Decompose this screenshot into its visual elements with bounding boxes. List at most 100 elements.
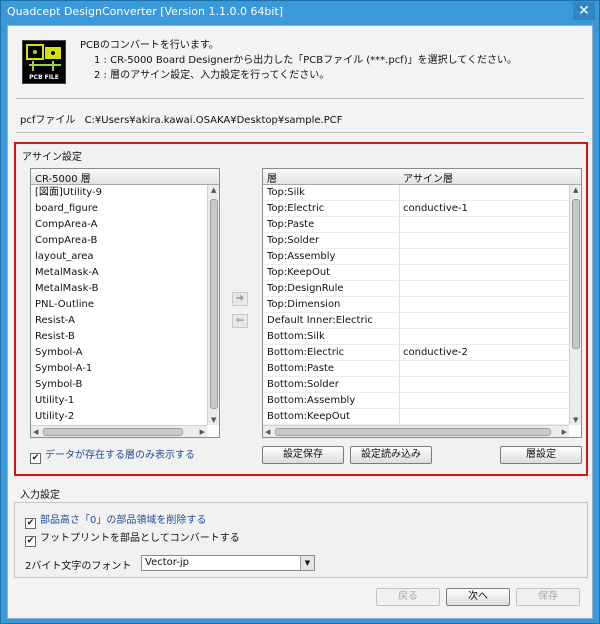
title-bar: Quadcept DesignConverter [Version 1.1.0.… <box>1 1 599 23</box>
save-settings-button[interactable]: 設定保存 <box>262 446 344 464</box>
cr5000-layer-list[interactable]: CR-5000 層 [図面]Utility-9 board_figure CompA… <box>30 168 220 438</box>
unassign-left-button[interactable]: ⇐ <box>232 314 248 328</box>
list-item[interactable]: PNL-Outline <box>31 297 207 313</box>
scroll-up-icon[interactable]: ▲ <box>211 186 216 194</box>
table-row[interactable]: Default Inner:Electric <box>263 313 569 329</box>
vertical-scrollbar[interactable]: ▲ ▼ <box>569 185 581 425</box>
assign-layer-header[interactable]: アサイン層 <box>403 170 453 185</box>
list-item[interactable]: Utility-2 <box>31 409 207 425</box>
table-row[interactable]: Top:KeepOut <box>263 265 569 281</box>
table-row[interactable]: Bottom:Paste <box>263 361 569 377</box>
pcf-label: pcfファイル <box>20 115 76 126</box>
delete-zero-height-checkbox[interactable]: ✔ 部品高さ「0」の部品領域を削除する <box>25 511 206 529</box>
layer-name: board_figure <box>35 203 98 214</box>
scroll-left-icon[interactable]: ◀ <box>33 428 38 436</box>
layer-cell: Top:Dimension <box>267 299 341 310</box>
separator <box>16 132 584 133</box>
cr5000-layer-header[interactable]: CR-5000 層 <box>35 170 91 185</box>
list-item[interactable]: Resist-A <box>31 313 207 329</box>
assign-right-button[interactable]: ➜ <box>232 292 248 306</box>
save-button[interactable]: 保存 <box>516 588 580 606</box>
assign-layer-cell[interactable]: conductive-1 <box>403 201 468 217</box>
list-item[interactable]: [図面]Utility-9 <box>31 185 207 201</box>
close-button[interactable]: ✕ <box>573 2 595 20</box>
scroll-down-icon[interactable]: ▼ <box>573 416 578 424</box>
list-item[interactable]: layout_area <box>31 249 207 265</box>
table-row[interactable]: Bottom:Assembly <box>263 393 569 409</box>
table-row[interactable]: Bottom:KeepOut <box>263 409 569 425</box>
font-select-value[interactable]: Vector-jp <box>145 557 189 568</box>
next-button[interactable]: 次へ <box>446 588 510 606</box>
layer-cell: Top:Electric <box>267 203 325 214</box>
layer-name: layout_area <box>35 251 94 262</box>
layer-name: Symbol-A <box>35 347 83 358</box>
table-row[interactable]: Top:DesignRule <box>263 281 569 297</box>
table-row[interactable]: Bottom:Solder <box>263 377 569 393</box>
checkbox-checked-icon[interactable]: ✔ <box>25 536 36 547</box>
layer-cell: Bottom:Paste <box>267 363 335 374</box>
logo-label: PCB FILE <box>29 74 59 81</box>
layer-settings-button[interactable]: 層設定 <box>500 446 582 464</box>
list-item[interactable]: Symbol-A-1 <box>31 361 207 377</box>
table-row[interactable]: Top:Dimension <box>263 297 569 313</box>
delete-zero-height-label[interactable]: 部品高さ「0」の部品領域を削除する <box>40 515 206 526</box>
chevron-down-icon[interactable]: ▼ <box>300 556 314 570</box>
input-settings-group: ✔ 部品高さ「0」の部品領域を削除する ✔ フットプリントを部品としてコンバートする… <box>14 502 588 578</box>
show-data-only-checkbox[interactable]: ✔ データが存在する層のみ表示する <box>30 446 195 464</box>
checkbox-checked-icon[interactable]: ✔ <box>25 518 36 529</box>
load-settings-button[interactable]: 設定読み込み <box>350 446 432 464</box>
back-button[interactable]: 戻る <box>376 588 440 606</box>
layer-cell: Top:KeepOut <box>267 267 331 278</box>
assign-layer-cell[interactable]: conductive-2 <box>403 345 468 361</box>
convert-footprint-label[interactable]: フットプリントを部品としてコンバートする <box>40 533 240 544</box>
pcf-file-row: pcfファイル C:¥Users¥akira.kawai.OSAKA¥Deskt… <box>20 111 343 126</box>
list-header: CR-5000 層 <box>31 169 219 185</box>
table-row[interactable]: Top:Solder <box>263 233 569 249</box>
scroll-thumb[interactable] <box>43 428 183 436</box>
list-item[interactable]: Symbol-B <box>31 377 207 393</box>
list-item[interactable]: Resist-B <box>31 329 207 345</box>
layer-cell: Top:Assembly <box>267 251 336 262</box>
scroll-thumb[interactable] <box>210 199 218 409</box>
show-data-only-label[interactable]: データが存在する層のみ表示する <box>45 450 195 461</box>
layer-name: Utility-1 <box>35 395 75 406</box>
assign-settings-group: アサイン設定 CR-5000 層 [図面]Utility-9 board_figu… <box>14 142 588 476</box>
layer-name: [図面]Utility-9 <box>35 187 103 198</box>
layer-name: Utility-2 <box>35 411 75 422</box>
checkbox-checked-icon[interactable]: ✔ <box>30 453 41 464</box>
scroll-thumb[interactable] <box>572 199 580 349</box>
list-item[interactable]: Utility-1 <box>31 393 207 409</box>
layer-cell: Top:Paste <box>267 219 315 230</box>
table-row[interactable]: Top:Electric conductive-1 <box>263 201 569 217</box>
intro-text: PCBのコンバートを行います。 1 : CR-5000 Board Design… <box>80 38 517 83</box>
list-item[interactable]: CompArea-A <box>31 217 207 233</box>
font-select[interactable]: Vector-jp ▼ <box>141 555 315 571</box>
horizontal-scrollbar[interactable]: ◀ ▶ <box>263 425 569 437</box>
table-row[interactable]: Top:Assembly <box>263 249 569 265</box>
layer-header[interactable]: 層 <box>267 170 277 185</box>
vertical-scrollbar[interactable]: ▲ ▼ <box>207 185 219 425</box>
scroll-left-icon[interactable]: ◀ <box>265 428 270 436</box>
list-item[interactable]: board_figure <box>31 201 207 217</box>
table-row[interactable]: Top:Paste <box>263 217 569 233</box>
scroll-up-icon[interactable]: ▲ <box>573 186 578 194</box>
horizontal-scrollbar[interactable]: ◀ ▶ <box>31 425 207 437</box>
convert-footprint-checkbox[interactable]: ✔ フットプリントを部品としてコンバートする <box>25 529 240 547</box>
input-settings-title: 入力設定 <box>20 490 60 501</box>
list-header: 層 アサイン層 <box>263 169 581 185</box>
scroll-thumb[interactable] <box>275 428 551 436</box>
list-item[interactable]: CompArea-B <box>31 233 207 249</box>
scroll-right-icon[interactable]: ▶ <box>200 428 205 436</box>
list-item[interactable]: MetalMask-B <box>31 281 207 297</box>
table-row[interactable]: Top:Silk <box>263 185 569 201</box>
table-row[interactable]: Bottom:Silk <box>263 329 569 345</box>
scroll-down-icon[interactable]: ▼ <box>211 416 216 424</box>
separator <box>16 98 584 99</box>
list-item[interactable]: Symbol-A <box>31 345 207 361</box>
scroll-right-icon[interactable]: ▶ <box>562 428 567 436</box>
layer-cell: Bottom:KeepOut <box>267 411 350 422</box>
layer-assign-list[interactable]: 層 アサイン層 Top:Silk Top:Electric conductive-1… <box>262 168 582 438</box>
list-item[interactable]: MetalMask-A <box>31 265 207 281</box>
table-row[interactable]: Bottom:Electric conductive-2 <box>263 345 569 361</box>
layer-name: PNL-Outline <box>35 299 94 310</box>
